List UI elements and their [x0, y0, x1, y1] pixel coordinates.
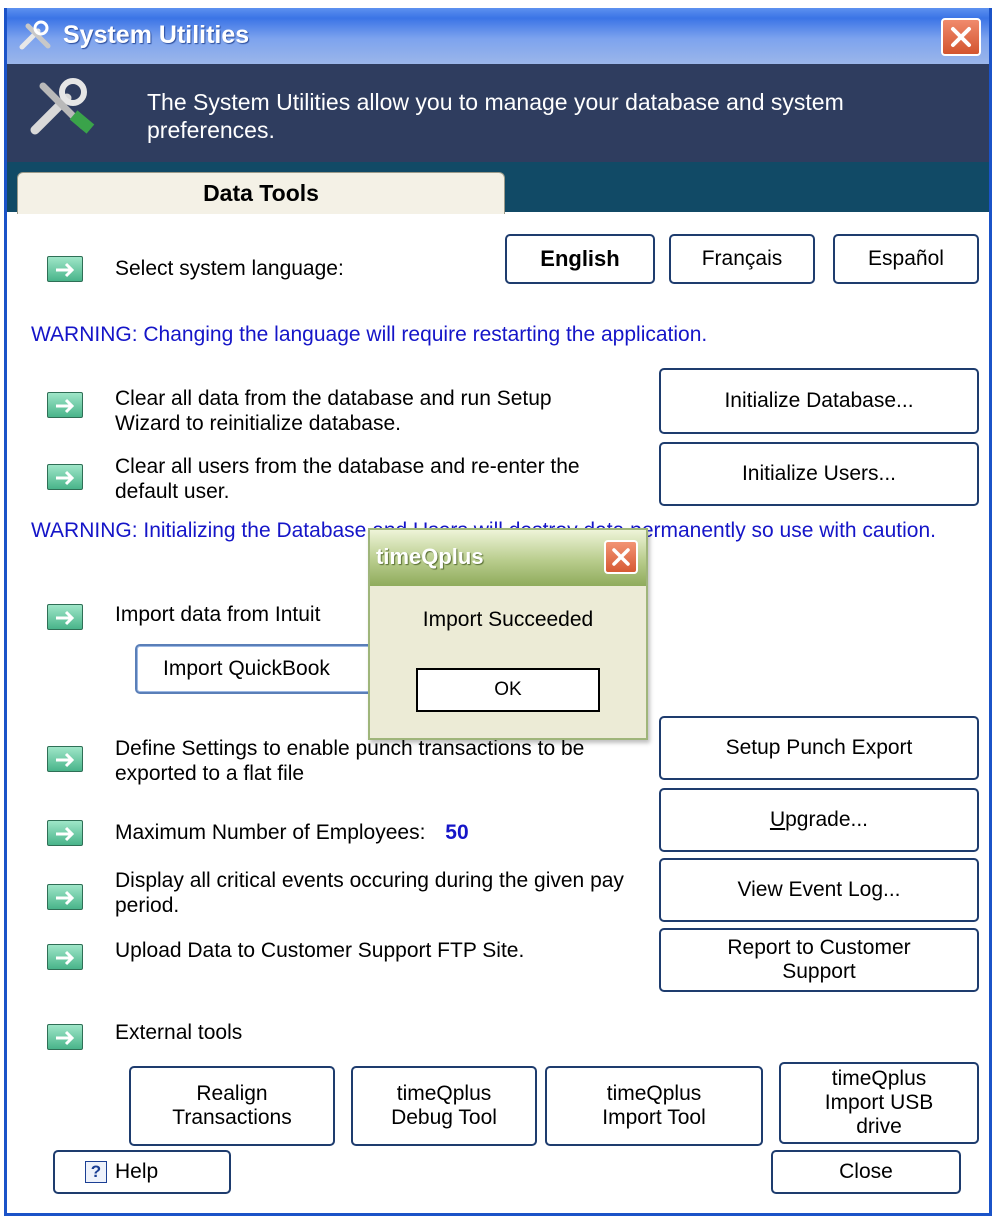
close-icon	[951, 27, 971, 47]
arrow-right-icon	[47, 464, 83, 490]
initialize-database-button[interactable]: Initialize Database...	[659, 368, 979, 434]
dialog-ok-button[interactable]: OK	[416, 668, 600, 712]
help-label: Help	[115, 1160, 159, 1183]
initialize-users-button[interactable]: Initialize Users...	[659, 442, 979, 506]
realign-transactions-button[interactable]: Realign Transactions	[129, 1066, 335, 1146]
espanol-button[interactable]: Español	[833, 234, 979, 284]
arrow-right-icon	[47, 884, 83, 910]
import-intuit-label: Import data from Intuit	[115, 603, 321, 626]
max-employees-value: 50	[445, 821, 469, 844]
clear-data-label: Clear all data from the database and run…	[115, 387, 552, 435]
upgrade-button[interactable]: Upgrade...	[659, 788, 979, 852]
message-dialog: timeQplus Import Succeeded OK	[368, 528, 648, 740]
francais-button[interactable]: Français	[669, 234, 815, 284]
dialog-title: timeQplus	[376, 544, 484, 569]
upload-ftp-label: Upload Data to Customer Support FTP Site…	[115, 939, 525, 962]
arrow-right-icon	[47, 746, 83, 772]
language-warning: WARNING: Changing the language will requ…	[31, 323, 708, 346]
import-tool-button[interactable]: timeQplus Import Tool	[545, 1066, 763, 1146]
external-tools-label: External tools	[115, 1021, 243, 1044]
arrow-right-icon	[47, 1024, 83, 1050]
upgrade-accel-key: U	[769, 808, 786, 831]
punch-export-label: Define Settings to enable punch transact…	[115, 737, 585, 785]
upgrade-label-rest: pgrade...	[785, 808, 869, 831]
tab-data-tools[interactable]: Data Tools	[17, 172, 505, 214]
arrow-right-icon	[47, 820, 83, 846]
header-banner: The System Utilities allow you to manage…	[7, 64, 989, 162]
tab-bar: Data Tools	[7, 162, 989, 214]
arrow-right-icon	[47, 256, 83, 282]
help-icon: ?	[85, 1161, 107, 1183]
max-employees-label: Maximum Number of Employees:	[115, 821, 426, 844]
arrow-right-icon	[47, 944, 83, 970]
close-icon	[612, 548, 630, 566]
header-description: The System Utilities allow you to manage…	[147, 89, 844, 143]
dialog-close-button[interactable]	[604, 540, 638, 574]
view-event-log-button[interactable]: View Event Log...	[659, 858, 979, 922]
setup-punch-export-button[interactable]: Setup Punch Export	[659, 716, 979, 780]
english-button[interactable]: English	[505, 234, 655, 284]
window-close-button[interactable]	[941, 18, 981, 56]
clear-users-label: Clear all users from the database and re…	[115, 455, 580, 503]
report-to-support-button[interactable]: Report to Customer Support	[659, 928, 979, 992]
arrow-right-icon	[47, 604, 83, 630]
dialog-message: Import Succeeded	[422, 608, 594, 631]
debug-tool-button[interactable]: timeQplus Debug Tool	[351, 1066, 537, 1146]
close-button[interactable]: Close	[771, 1150, 961, 1194]
help-button[interactable]: ? Help	[53, 1150, 231, 1194]
arrow-right-icon	[47, 392, 83, 418]
tools-icon	[19, 20, 55, 52]
title-bar[interactable]: System Utilities	[7, 8, 989, 64]
language-label: Select system language:	[115, 257, 344, 280]
window-title: System Utilities	[63, 21, 250, 49]
wrench-screwdriver-icon	[27, 76, 97, 138]
critical-events-label: Display all critical events occuring dur…	[115, 869, 624, 917]
max-employees-row: Maximum Number of Employees: 50	[115, 820, 469, 845]
import-usb-button[interactable]: timeQplus Import USB drive	[779, 1062, 979, 1144]
dialog-title-bar[interactable]: timeQplus	[370, 530, 646, 586]
